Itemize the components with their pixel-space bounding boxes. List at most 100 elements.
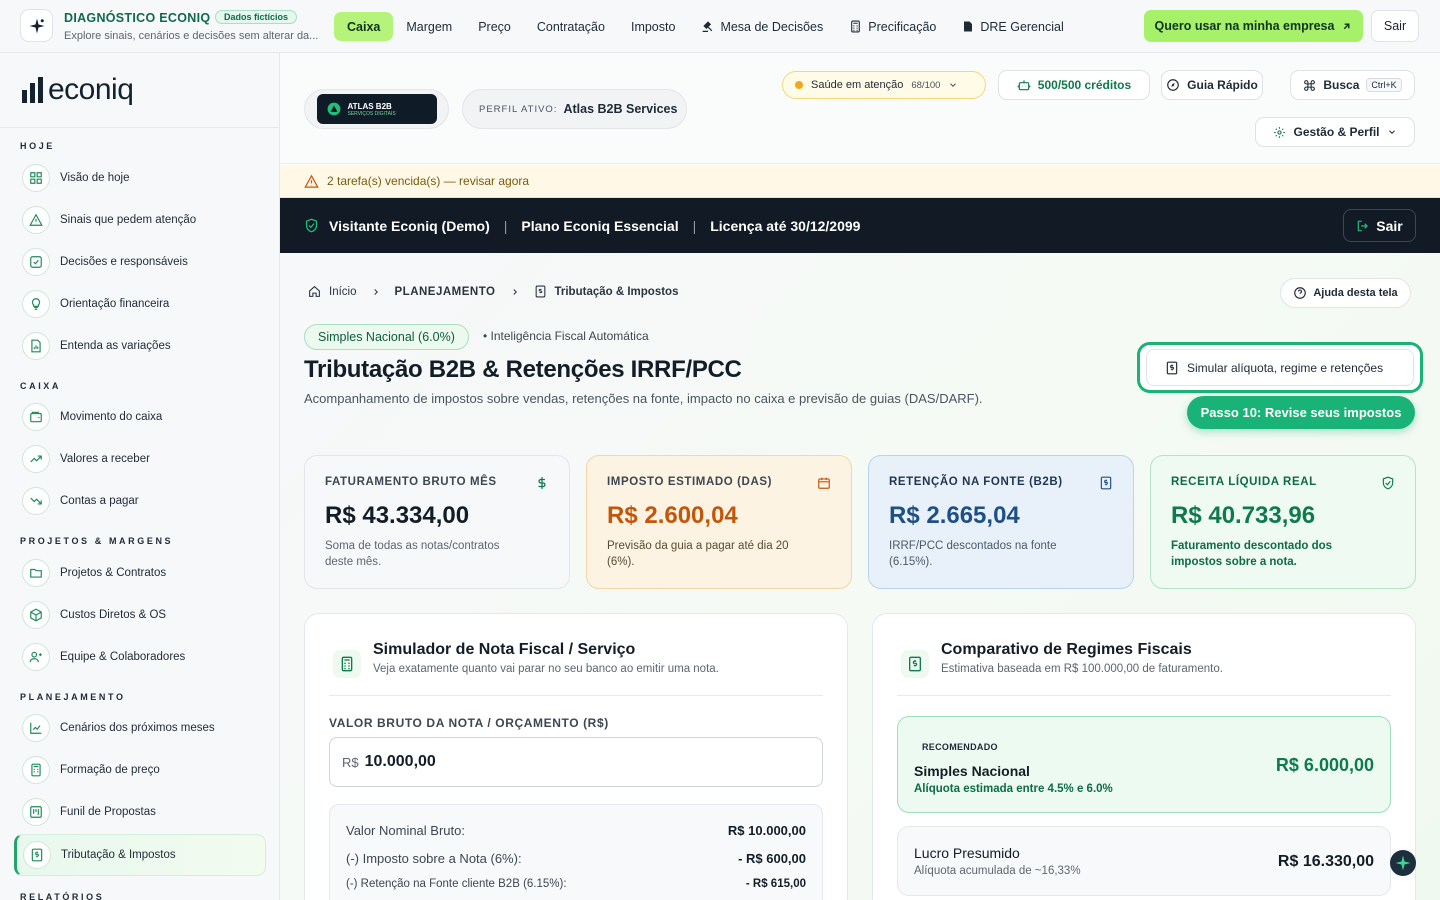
nav-contratacao[interactable]: Contratação [524, 12, 618, 41]
brand-logo[interactable]: econiq [22, 73, 134, 107]
page-content: Início PLANEJAMENTO Tributação & Imposto… [280, 253, 1440, 900]
section-projetos: PROJETOS & MARGENS [20, 536, 174, 546]
logout-button[interactable]: Sair [1343, 209, 1416, 242]
sidebar-item-variacoes[interactable]: Entenda as variações [14, 327, 266, 365]
nav-imposto[interactable]: Imposto [618, 12, 688, 41]
logout-icon [1358, 220, 1369, 231]
calc-row: (-) Imposto sobre a Nota (6%): - R$ 600,… [346, 851, 806, 866]
card-subtitle: Veja exatamente quanto vai parar no seu … [373, 663, 719, 675]
card-title: Comparativo de Regimes Fiscais [941, 641, 1192, 658]
gavel-icon [703, 21, 713, 32]
shield-check-icon [1382, 476, 1394, 490]
plan-name: Plano Econiq Essencial [521, 217, 679, 234]
breadcrumb-home[interactable]: Início [329, 286, 357, 298]
nav-mesa-decisoes[interactable]: Mesa de Decisões [688, 12, 836, 41]
breadcrumb-section[interactable]: PLANEJAMENTO [395, 286, 496, 298]
kpi-estimated-tax: IMPOSTO ESTIMADO (DAS) R$ 2.600,04 Previ… [586, 455, 852, 589]
trending-up-icon [22, 445, 50, 473]
overdue-alert[interactable]: 2 tarefa(s) vencida(s) — revisar agora [280, 165, 1440, 198]
simulate-button-highlight: Simular alíquota, regime e retenções [1137, 342, 1423, 393]
robot-icon [1017, 80, 1031, 91]
calc-row: Valor Nominal Bruto: R$ 10.000,00 [346, 823, 806, 838]
kpi-desc: Previsão da guia a pagar até dia 20 (6%)… [607, 540, 789, 568]
file-chart-icon [22, 332, 50, 360]
input-label: VALOR BRUTO DA NOTA / ORÇAMENTO (R$) [329, 716, 609, 730]
nav-caixa[interactable]: Caixa [334, 12, 394, 41]
nav-precificacao[interactable]: Precificação [836, 12, 949, 41]
gear-icon [1274, 126, 1286, 138]
nav-dre-gerencial[interactable]: DRE Gerencial [949, 12, 1076, 41]
quick-guide-button[interactable]: Guia Rápido [1161, 70, 1263, 100]
sidebar-item-sinais[interactable]: Sinais que pedem atenção [14, 201, 266, 239]
regime-name: Simples Nacional [914, 763, 1030, 779]
sparkle-icon[interactable] [20, 9, 53, 42]
calculator-icon [333, 650, 361, 678]
invoice-value-input[interactable]: R$ 10.000,00 [329, 737, 823, 787]
tour-step-tooltip[interactable]: Passo 10: Revise seus impostos [1187, 396, 1415, 429]
active-profile[interactable]: PERFIL ATIVO: Atlas B2B Services [462, 89, 687, 129]
top-exit-button[interactable]: Sair [1371, 10, 1419, 42]
screen-help-button[interactable]: Ajuda desta tela [1280, 278, 1411, 308]
regime-option-presumido[interactable]: Lucro Presumido Alíquota acumulada de ~1… [897, 826, 1391, 896]
sidebar-item-formacao-preco[interactable]: Formação de preço [14, 751, 266, 789]
account-switcher[interactable]: ATLAS B2B SERVIÇOS DIGITAIS [304, 89, 449, 129]
search-button[interactable]: Busca Ctrl+K [1290, 70, 1415, 100]
line-chart-icon [22, 714, 50, 742]
card-title: Simulador de Nota Fiscal / Serviço [373, 641, 636, 658]
warning-icon [304, 174, 319, 188]
section-caixa: CAIXA [20, 381, 62, 391]
sidebar: econiq HOJE Visão de hoje Sinais que ped… [0, 53, 280, 900]
sidebar-item-pagar[interactable]: Contas a pagar [14, 482, 266, 520]
section-planejamento: PLANEJAMENTO [20, 692, 126, 702]
checkbox-icon [22, 248, 50, 276]
regime-value: R$ 6.000,00 [1275, 755, 1374, 775]
calculator-icon [22, 756, 50, 784]
demo-data-badge: Dados fictícios [215, 10, 298, 24]
sidebar-item-equipe[interactable]: Equipe & Colaboradores [14, 638, 266, 676]
sidebar-item-visao-hoje[interactable]: Visão de hoje [14, 159, 266, 197]
section-hoje: HOJE [20, 141, 55, 151]
regime-value: R$ 16.330,00 [1277, 853, 1374, 870]
kpi-net-revenue: RECEITA LÍQUIDA REAL R$ 40.733,96 Fatura… [1150, 455, 1416, 589]
kpi-value: R$ 40.733,96 [1171, 502, 1316, 529]
card-subtitle: Estimativa baseada em R$ 100.000,00 de f… [941, 663, 1223, 675]
simulate-rates-button[interactable]: Simular alíquota, regime e retenções [1146, 349, 1414, 386]
main-area: ATLAS B2B SERVIÇOS DIGITAIS PERFIL ATIVO… [280, 53, 1440, 900]
health-status[interactable]: Saúde em atenção 68/100 [782, 71, 986, 99]
nav-margem[interactable]: Margem [393, 12, 465, 41]
sidebar-item-projetos[interactable]: Projetos & Contratos [14, 554, 266, 592]
use-in-company-button[interactable]: Quero usar na minha empresa [1144, 10, 1363, 42]
sidebar-item-funil[interactable]: Funil de Propostas [14, 793, 266, 831]
license-bar: Visitante Econiq (Demo) | Plano Econiq E… [280, 198, 1440, 253]
dollar-document-icon [1166, 361, 1178, 374]
regime-comparison-card: Comparativo de Regimes Fiscais Estimativ… [872, 613, 1416, 900]
bars-logo-icon [22, 77, 43, 103]
chevron-right-icon [373, 288, 378, 295]
command-icon [1304, 79, 1316, 91]
regime-desc: Alíquota acumulada de ~16,33% [914, 865, 1081, 877]
settings-profile-button[interactable]: Gestão & Perfil [1255, 117, 1415, 147]
sidebar-item-custos[interactable]: Custos Diretos & OS [14, 596, 266, 634]
triangle-logo-icon [327, 102, 340, 116]
credits-button[interactable]: 500/500 créditos [998, 70, 1150, 100]
dollar-document-icon [1100, 476, 1112, 490]
sidebar-item-receber[interactable]: Valores a receber [14, 440, 266, 478]
breadcrumb-page: Tributação & Impostos [554, 285, 679, 298]
kanban-icon [22, 798, 50, 826]
fiscal-intelligence-label: • Inteligência Fiscal Automática [483, 329, 649, 343]
sidebar-item-cenarios[interactable]: Cenários dos próximos meses [14, 709, 266, 747]
sidebar-item-decisoes[interactable]: Decisões e responsáveis [14, 243, 266, 281]
status-dot [795, 81, 803, 89]
sidebar-item-movimento[interactable]: Movimento do caixa [14, 398, 266, 436]
calculator-icon [851, 20, 861, 33]
sidebar-item-tributacao[interactable]: Tributação & Impostos [14, 834, 266, 876]
regime-name: Lucro Presumido [914, 845, 1020, 861]
regime-option-simples[interactable]: RECOMENDADO Simples Nacional Alíquota es… [897, 716, 1391, 813]
kpi-desc: Soma de todas as notas/contratos deste m… [325, 540, 500, 568]
chevron-down-icon [950, 83, 957, 87]
recommended-badge: RECOMENDADO [922, 742, 998, 752]
assistant-fab[interactable] [1390, 850, 1416, 876]
page-subtitle: Acompanhamento de impostos sobre vendas,… [304, 391, 983, 406]
nav-preco[interactable]: Preço [465, 12, 524, 41]
sidebar-item-orientacao[interactable]: Orientação financeira [14, 285, 266, 323]
